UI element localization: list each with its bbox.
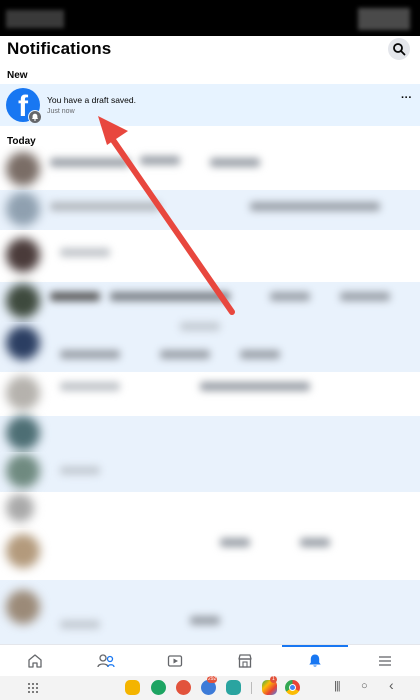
bell-badge-icon [31, 113, 39, 121]
search-icon [393, 43, 406, 56]
more-options-button[interactable]: ··· [401, 92, 412, 104]
header: Notifications [0, 36, 420, 64]
nav-marketplace[interactable] [210, 645, 280, 677]
back-button[interactable]: ‹ [389, 677, 394, 693]
bottom-nav [0, 644, 420, 676]
play-store-icon[interactable]: 1 [262, 676, 277, 695]
notification-item-draft[interactable]: f You have a draft saved. Just now ··· [0, 84, 420, 126]
play-store-badge: 1 [270, 676, 277, 683]
android-taskbar: 292 1 ||| ○ ‹ [0, 676, 420, 700]
list-item[interactable] [0, 372, 420, 416]
nav-notifications[interactable] [280, 645, 350, 677]
facebook-logo-icon: f [18, 90, 28, 123]
status-bar-right-blurred [358, 8, 410, 30]
notification-text: You have a draft saved. [47, 95, 137, 105]
list-item[interactable] [0, 528, 420, 580]
notification-badge [28, 110, 42, 124]
marketplace-icon [238, 654, 252, 668]
recent-apps-button[interactable]: ||| [334, 680, 341, 692]
nav-home[interactable] [0, 645, 70, 677]
contacts-icon[interactable] [176, 680, 191, 695]
list-item[interactable] [0, 452, 420, 492]
messages-icon[interactable]: 292 [201, 676, 218, 695]
list-item[interactable] [0, 190, 420, 230]
calendar-icon[interactable] [226, 680, 241, 695]
nav-friends[interactable] [70, 645, 140, 677]
chrome-icon[interactable] [285, 680, 300, 695]
friends-icon [97, 654, 115, 668]
status-bar-left-blurred [6, 10, 64, 28]
list-item[interactable] [0, 580, 420, 644]
app-drawer-icon[interactable] [27, 682, 39, 694]
nav-menu[interactable] [350, 645, 420, 677]
list-item[interactable] [0, 322, 420, 372]
list-item[interactable] [0, 492, 420, 528]
list-item[interactable] [0, 146, 420, 194]
watch-icon [167, 655, 183, 667]
files-icon[interactable] [125, 680, 140, 695]
blurred-notification-list [0, 146, 420, 644]
page-title: Notifications [7, 39, 112, 58]
list-item[interactable] [0, 416, 420, 452]
messages-badge: 292 [207, 676, 218, 683]
section-label-new: New [7, 70, 28, 81]
search-button[interactable] [388, 38, 410, 60]
notification-time: Just now [47, 108, 75, 115]
facebook-avatar: f [6, 88, 42, 124]
home-icon [28, 654, 42, 668]
list-item[interactable] [0, 230, 420, 282]
home-button[interactable]: ○ [361, 680, 368, 692]
menu-icon [379, 656, 391, 666]
list-item[interactable] [0, 282, 420, 322]
status-bar [0, 0, 420, 36]
dock-divider [251, 682, 252, 694]
nav-watch[interactable] [140, 645, 210, 677]
notifications-icon [309, 654, 321, 667]
whatsapp-icon[interactable] [151, 680, 166, 695]
